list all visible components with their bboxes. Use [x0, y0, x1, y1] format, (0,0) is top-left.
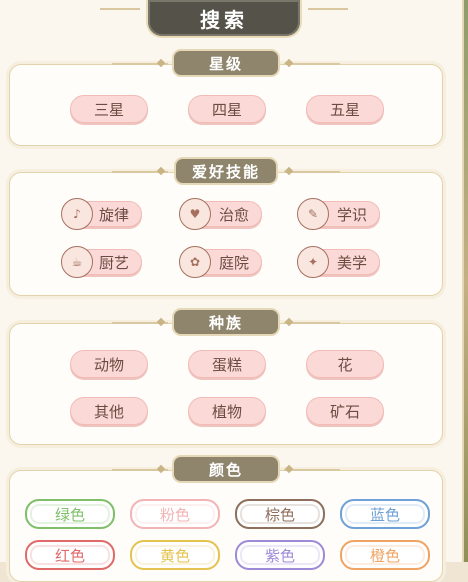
filter-race-mineral[interactable]: 矿石	[306, 397, 384, 425]
filter-hobby-garden[interactable]: ✿ 庭院	[179, 246, 262, 278]
filter-star-three[interactable]: 三星	[70, 95, 148, 123]
star-section-title: 星级	[174, 51, 278, 75]
garden-icon: ✿	[179, 246, 211, 278]
pill-label: 学识	[336, 205, 367, 224]
pill-label: 旋律	[98, 205, 129, 224]
filter-color-brown[interactable]: 棕色	[235, 499, 325, 529]
filter-star-four[interactable]: 四星	[188, 95, 266, 123]
title-decoration-left	[100, 8, 140, 10]
filter-hobby-healing[interactable]: ♥ 治愈	[179, 198, 262, 230]
melody-icon: ♪	[61, 198, 93, 230]
filter-race-cake[interactable]: 蛋糕	[188, 350, 266, 378]
filter-color-green[interactable]: 绿色	[25, 499, 115, 529]
filter-color-blue[interactable]: 蓝色	[340, 499, 430, 529]
filter-race-other[interactable]: 其他	[70, 397, 148, 425]
panel-edge-decoration	[464, 0, 468, 562]
hobby-section-title: 爱好技能	[176, 159, 276, 183]
filter-star-five[interactable]: 五星	[306, 95, 384, 123]
healing-icon: ♥	[179, 198, 211, 230]
aesthetics-icon: ✦	[297, 246, 329, 278]
filter-hobby-cooking[interactable]: ☕ 厨艺	[61, 246, 142, 278]
filter-color-yellow[interactable]: 黄色	[130, 540, 220, 570]
pill-label: 美学	[336, 253, 367, 272]
filter-race-animal[interactable]: 动物	[70, 350, 148, 378]
cooking-icon: ☕	[61, 246, 93, 278]
filter-hobby-knowledge[interactable]: ✎ 学识	[297, 198, 380, 230]
filter-color-pink[interactable]: 粉色	[130, 499, 220, 529]
knowledge-icon: ✎	[297, 198, 329, 230]
title-decoration-right	[308, 8, 348, 10]
pill-label: 庭院	[218, 253, 249, 272]
pill-label: 治愈	[218, 205, 249, 224]
filter-race-flower[interactable]: 花	[306, 350, 384, 378]
filter-color-orange[interactable]: 橙色	[340, 540, 430, 570]
filter-race-plant[interactable]: 植物	[188, 397, 266, 425]
race-section	[9, 323, 443, 445]
filter-hobby-melody[interactable]: ♪ 旋律	[61, 198, 142, 230]
pill-label: 厨艺	[98, 253, 129, 272]
race-section-title: 种族	[174, 310, 278, 334]
filter-hobby-aesthetics[interactable]: ✦ 美学	[297, 246, 380, 278]
page-title: 搜索	[148, 0, 300, 36]
color-section-title: 颜色	[174, 457, 278, 481]
filter-color-purple[interactable]: 紫色	[235, 540, 325, 570]
filter-color-red[interactable]: 红色	[25, 540, 115, 570]
